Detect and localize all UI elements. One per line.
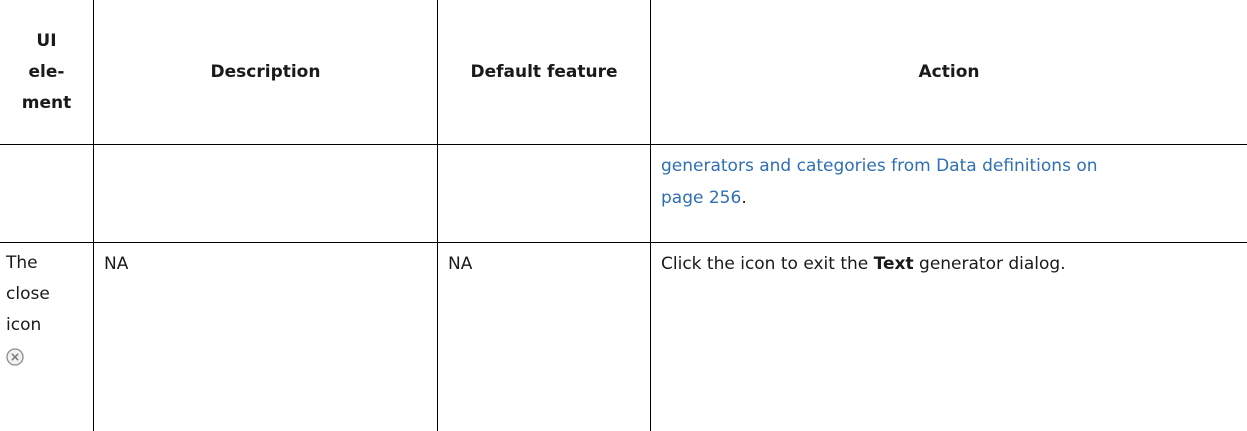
row-action: Click the icon to exit the Text generato… (661, 248, 1241, 280)
header-action: Action (918, 62, 980, 82)
header-ui-element-line: ment (21, 92, 72, 113)
row-ui-element: The close icon (6, 248, 92, 372)
ui-element-line: close (6, 284, 50, 304)
link-text[interactable]: generators and categories from Data defi… (661, 156, 1098, 176)
row-description: NA (104, 254, 129, 274)
ui-element-line: The (6, 253, 38, 273)
page-link[interactable]: page 256 (661, 188, 741, 208)
data-definitions-link[interactable]: generators and categories from Data defi… (661, 150, 1241, 182)
row-default-feature: NA (448, 254, 473, 274)
feature-table: UI ele- ment Description Default feature… (0, 0, 1247, 431)
action-text: Click the icon to exit the (661, 254, 874, 274)
action-text-end: generator dialog. (913, 254, 1066, 274)
header-default-feature: Default feature (470, 62, 618, 82)
action-bold-text: Text (873, 254, 914, 274)
close-circle-icon (6, 347, 24, 366)
header-ui-element-line: ele- (28, 61, 65, 82)
header-ui-element-line: UI (36, 30, 57, 51)
table-divider (0, 144, 1247, 145)
table-row: generators and categories from Data defi… (661, 150, 1241, 214)
link-suffix: . (741, 188, 747, 208)
header-ui-element: UI ele- ment (0, 0, 93, 144)
header-description: Description (210, 62, 321, 82)
ui-element-line: icon (6, 315, 42, 335)
table-divider (0, 242, 1247, 243)
